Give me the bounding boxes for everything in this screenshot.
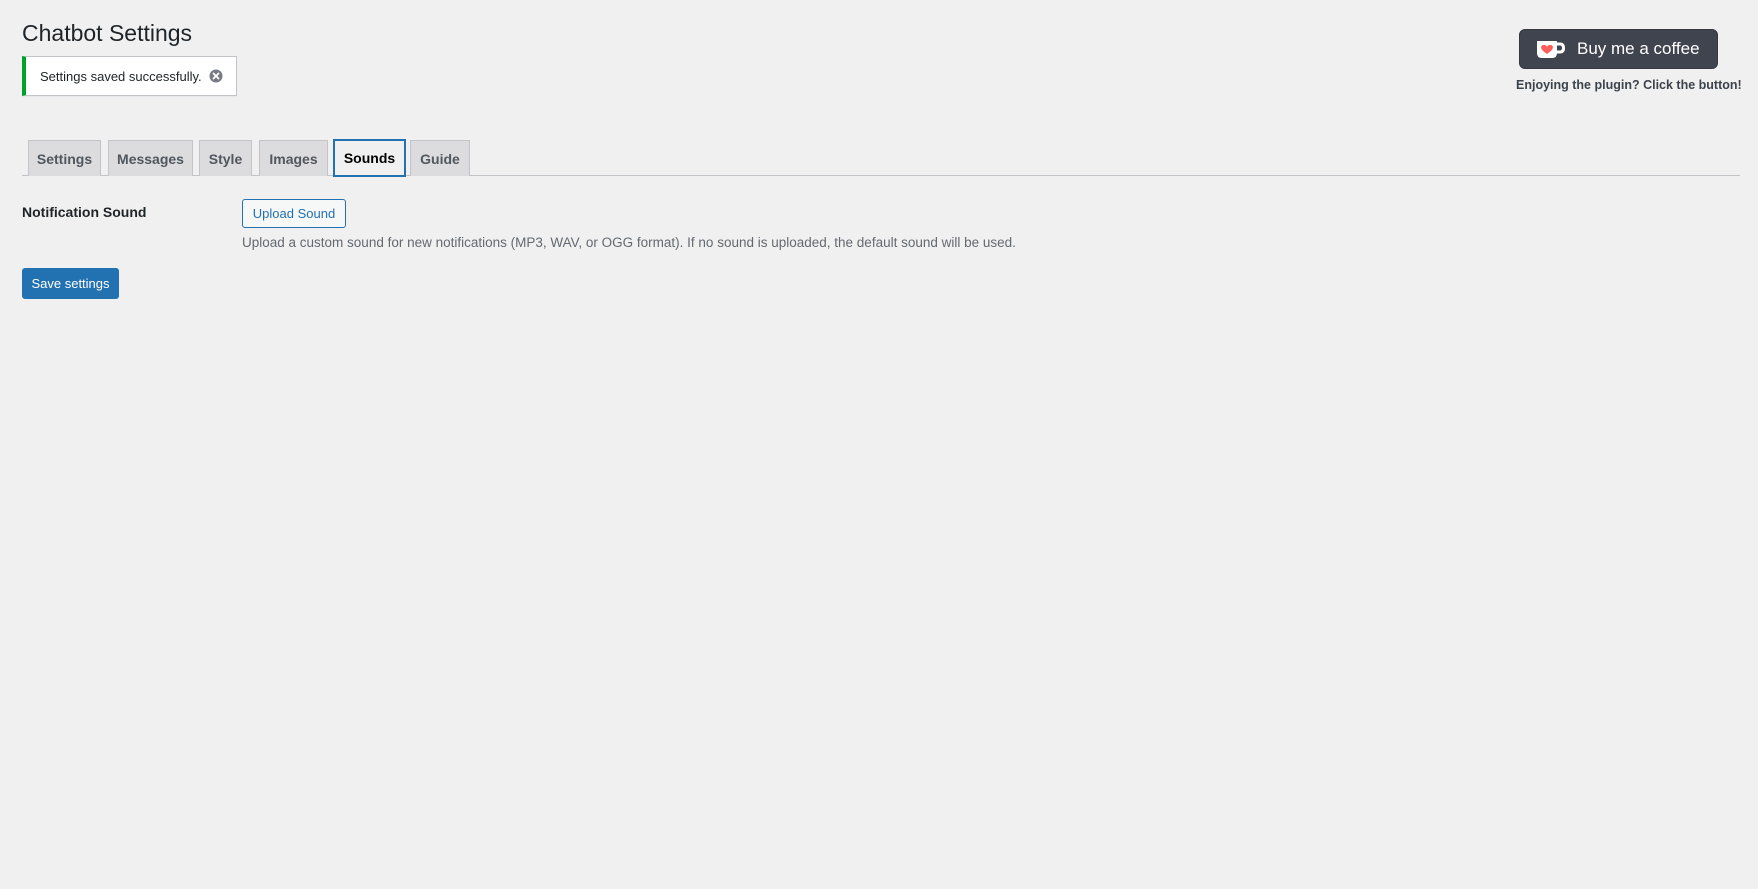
tab-images[interactable]: Images: [259, 140, 328, 176]
tab-guide[interactable]: Guide: [410, 140, 470, 176]
tab-settings[interactable]: Settings: [28, 140, 101, 176]
nav-tab-wrapper: Settings Messages Style Images Sounds Gu…: [22, 139, 1740, 177]
coffee-box: Buy me a coffee Enjoying the plugin? Cli…: [1516, 29, 1742, 92]
tab-messages[interactable]: Messages: [108, 140, 193, 176]
notice-dismiss-button[interactable]: [208, 68, 224, 84]
settings-page: Chatbot Settings Settings saved successf…: [0, 0, 1758, 889]
coffee-cup-heart-icon: [1537, 41, 1565, 58]
tab-sounds[interactable]: Sounds: [333, 139, 406, 177]
sound-description: Upload a custom sound for new notificati…: [242, 235, 1016, 250]
notification-sound-label: Notification Sound: [22, 204, 147, 220]
upload-sound-button[interactable]: Upload Sound: [242, 199, 346, 228]
buy-me-a-coffee-button[interactable]: Buy me a coffee: [1519, 29, 1718, 69]
coffee-caption: Enjoying the plugin? Click the button!: [1516, 78, 1742, 92]
save-settings-button[interactable]: Save settings: [22, 268, 119, 299]
notice-message: Settings saved successfully.: [40, 68, 202, 84]
close-circle-icon: [209, 69, 223, 83]
success-notice: Settings saved successfully.: [22, 56, 237, 96]
page-title: Chatbot Settings: [22, 20, 193, 46]
tab-style[interactable]: Style: [199, 140, 252, 176]
coffee-button-label: Buy me a coffee: [1577, 39, 1700, 58]
